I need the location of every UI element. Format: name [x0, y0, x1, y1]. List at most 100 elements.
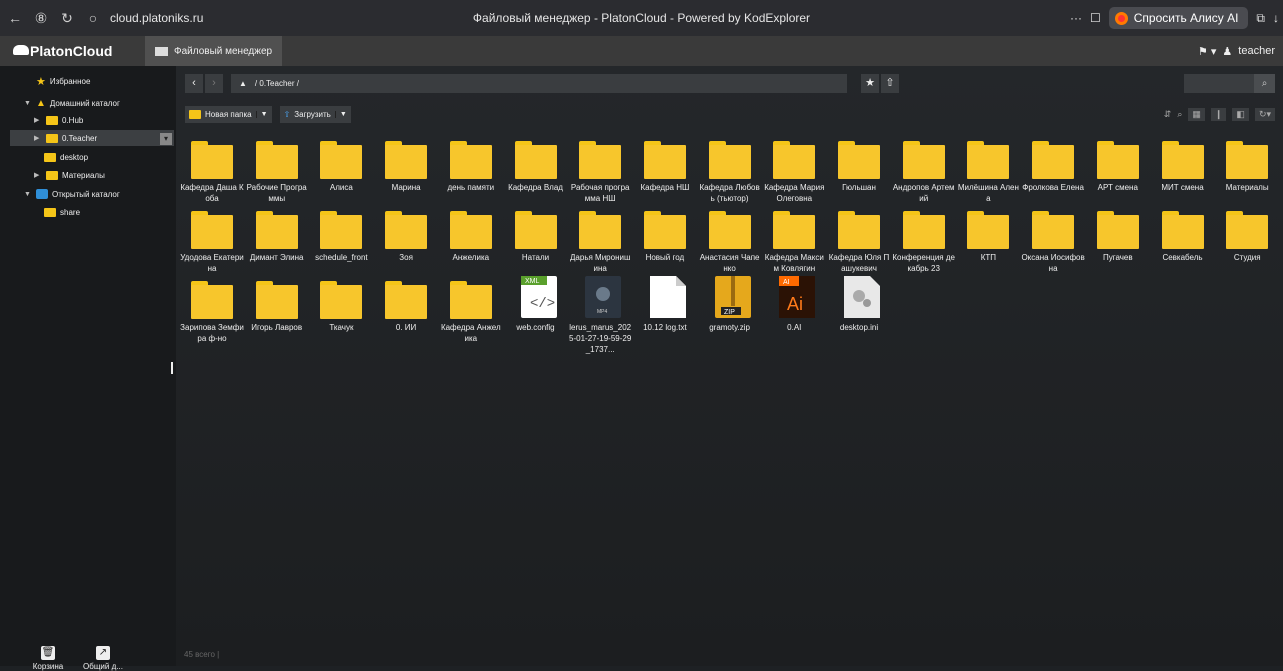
folder-item[interactable]: Студия	[1215, 206, 1279, 276]
file-item[interactable]: desktop.ini	[827, 276, 891, 346]
zoom-icon[interactable]: ⌕	[1177, 109, 1182, 120]
folder-item[interactable]: Анастасия Чапенко	[698, 206, 762, 276]
sidebar-item-public[interactable]: ▼ Открытый каталог	[24, 186, 120, 202]
app-logo[interactable]: PlatonCloud	[0, 43, 140, 59]
folder-icon	[967, 141, 1010, 179]
chevron-right-icon[interactable]: ▶	[34, 134, 42, 142]
tab-file-manager[interactable]: Файловый менеджер	[145, 36, 283, 66]
bookmark-icon[interactable]: ☐	[1090, 11, 1101, 25]
folder-item[interactable]: Марина	[374, 136, 438, 206]
item-menu-button[interactable]: ▾	[160, 133, 172, 145]
folder-item[interactable]: Кафедра Юля Пашукевич	[827, 206, 891, 276]
file-item[interactable]: 10.12 log.txt	[633, 276, 697, 346]
shared-label: Общий д...	[83, 662, 123, 671]
home-icon[interactable]: ▲	[239, 79, 247, 88]
breadcrumb[interactable]: ▲ / 0.Teacher /	[231, 74, 847, 93]
folder-item[interactable]: Конференция декабрь 23	[892, 206, 956, 276]
sidebar-item-hub[interactable]: ▶ 0.Hub	[34, 112, 83, 128]
download-icon[interactable]: ↓	[1273, 11, 1279, 25]
folder-item[interactable]: Рабочие Программы	[245, 136, 309, 206]
folder-item[interactable]: Димант Элина	[245, 206, 309, 276]
chevron-right-icon[interactable]: ▶	[34, 171, 42, 179]
folder-item[interactable]: Натали	[504, 206, 568, 276]
star-icon[interactable]: ★	[861, 74, 879, 93]
user-name[interactable]: teacher	[1238, 45, 1275, 57]
folder-item[interactable]: Гюльшан	[827, 136, 891, 206]
folder-item[interactable]: Кафедра Мария Олеговна	[762, 136, 826, 206]
folder-item[interactable]: Ткачук	[309, 276, 373, 346]
folder-item[interactable]: Фролкова Елена	[1021, 136, 1085, 206]
folder-item[interactable]: Рабочая программа НШ	[568, 136, 632, 206]
shared-button[interactable]: ↗ Общий д...	[81, 646, 125, 671]
chevron-right-icon[interactable]: ▶	[34, 116, 42, 124]
upload-tree-icon[interactable]: ⇧	[881, 74, 899, 93]
folder-item[interactable]: Кафедра Даша Коба	[180, 136, 244, 206]
file-item[interactable]: XML </> web.config	[504, 276, 568, 346]
folder-item[interactable]: Материалы	[1215, 136, 1279, 206]
folder-icon	[579, 211, 622, 249]
folder-item[interactable]: Пугачев	[1086, 206, 1150, 276]
file-item[interactable]: MP4 lerus_marus_2025-01-27-19-59-29_1737.…	[568, 276, 632, 354]
folder-item[interactable]: МИТ смена	[1151, 136, 1215, 206]
chevron-down-icon[interactable]: ▼	[24, 191, 32, 198]
folder-item[interactable]: Алиса	[309, 136, 373, 206]
chevron-down-icon[interactable]: ▼	[255, 111, 268, 118]
folder-item[interactable]: schedule_front	[309, 206, 373, 276]
folder-item[interactable]: 0. ИИ	[374, 276, 438, 346]
xml-file-icon: XML </>	[518, 276, 560, 318]
alice-button[interactable]: Спросить Алису AI	[1108, 7, 1249, 29]
chevron-down-icon[interactable]: ▼	[24, 100, 32, 107]
sidebar-item-materials[interactable]: ▶ Материалы	[34, 167, 105, 183]
flag-icon[interactable]: ⚑ ▾	[1198, 45, 1216, 58]
file-name: Кафедра Любовь (тьютор)	[699, 183, 760, 203]
folder-item[interactable]: Зоя	[374, 206, 438, 276]
sidebar-item-desktop[interactable]: desktop	[44, 149, 88, 165]
file-item[interactable]: ZIP gramoty.zip	[698, 276, 762, 346]
extensions-icon[interactable]: ⧉	[1256, 11, 1265, 26]
folder-item[interactable]: Удодова Екатерина	[180, 206, 244, 276]
folder-item[interactable]: Зарипова Земфира ф-но	[180, 276, 244, 346]
refresh-icon[interactable]: ↻▾	[1254, 108, 1275, 121]
folder-item[interactable]: Анжелика	[439, 206, 503, 276]
list-view-icon[interactable]: ❙	[1210, 108, 1227, 121]
folder-item[interactable]: Севкабель	[1151, 206, 1215, 276]
file-name: Кафедра Анжелика	[440, 323, 501, 343]
sidebar-item-share[interactable]: share	[44, 204, 80, 220]
folder-item[interactable]: КТП	[956, 206, 1020, 276]
grid-view-icon[interactable]: ▦	[1188, 108, 1205, 121]
upload-button[interactable]: ⇧ Загрузить ▼	[279, 106, 351, 123]
folder-item[interactable]: АРТ смена	[1086, 136, 1150, 206]
sidebar-item-home[interactable]: ▼ ▲ Домашний каталог	[24, 95, 120, 111]
file-item[interactable]: AI Ai 0.AI	[762, 276, 826, 346]
search-input[interactable]	[1184, 74, 1254, 93]
folder-item[interactable]: день памяти	[439, 136, 503, 206]
sidebar-item-teacher[interactable]: ▶ 0.Teacher	[10, 130, 174, 146]
folder-item[interactable]: Кафедра Максим Ковлягин	[762, 206, 826, 276]
reload-icon[interactable]: ↻	[56, 7, 78, 29]
folder-item[interactable]: Андропов Артемий	[892, 136, 956, 206]
folder-item[interactable]: Игорь Лавров	[245, 276, 309, 346]
forward-button[interactable]: ›	[205, 74, 223, 93]
folder-item[interactable]: Кафедра НШ	[633, 136, 697, 206]
folder-item[interactable]: Кафедра Влад	[504, 136, 568, 206]
back-icon[interactable]: ←	[4, 7, 26, 29]
folder-item[interactable]: Дарья Миронишина	[568, 206, 632, 276]
chevron-down-icon[interactable]: ▼	[334, 111, 347, 118]
sidebar-item-favorites[interactable]: ★ Избранное	[36, 73, 90, 89]
folder-icon	[708, 141, 751, 179]
url-text[interactable]: cloud.platoniks.ru	[110, 11, 203, 25]
folder-item[interactable]: Оксана Иосифовна	[1021, 206, 1085, 276]
new-folder-button[interactable]: Новая папка ▼	[185, 106, 272, 123]
folder-item[interactable]: Милёшина Алена	[956, 136, 1020, 206]
split-view-icon[interactable]: ◧	[1232, 108, 1249, 121]
search-icon[interactable]: ⌕	[1254, 74, 1275, 93]
trash-button[interactable]: 🗑 Корзина	[26, 646, 70, 671]
folder-item[interactable]: Кафедра Анжелика	[439, 276, 503, 346]
more-icon[interactable]: ···	[1070, 11, 1082, 25]
folder-item[interactable]: Кафедра Любовь (тьютор)	[698, 136, 762, 206]
folder-item[interactable]: Новый год	[633, 206, 697, 276]
back-button[interactable]: ‹	[185, 74, 203, 93]
sort-icon[interactable]: ⇵	[1164, 109, 1172, 120]
file-name: Дарья Миронишина	[570, 253, 631, 273]
profile-icon[interactable]: ⑧	[30, 7, 52, 29]
